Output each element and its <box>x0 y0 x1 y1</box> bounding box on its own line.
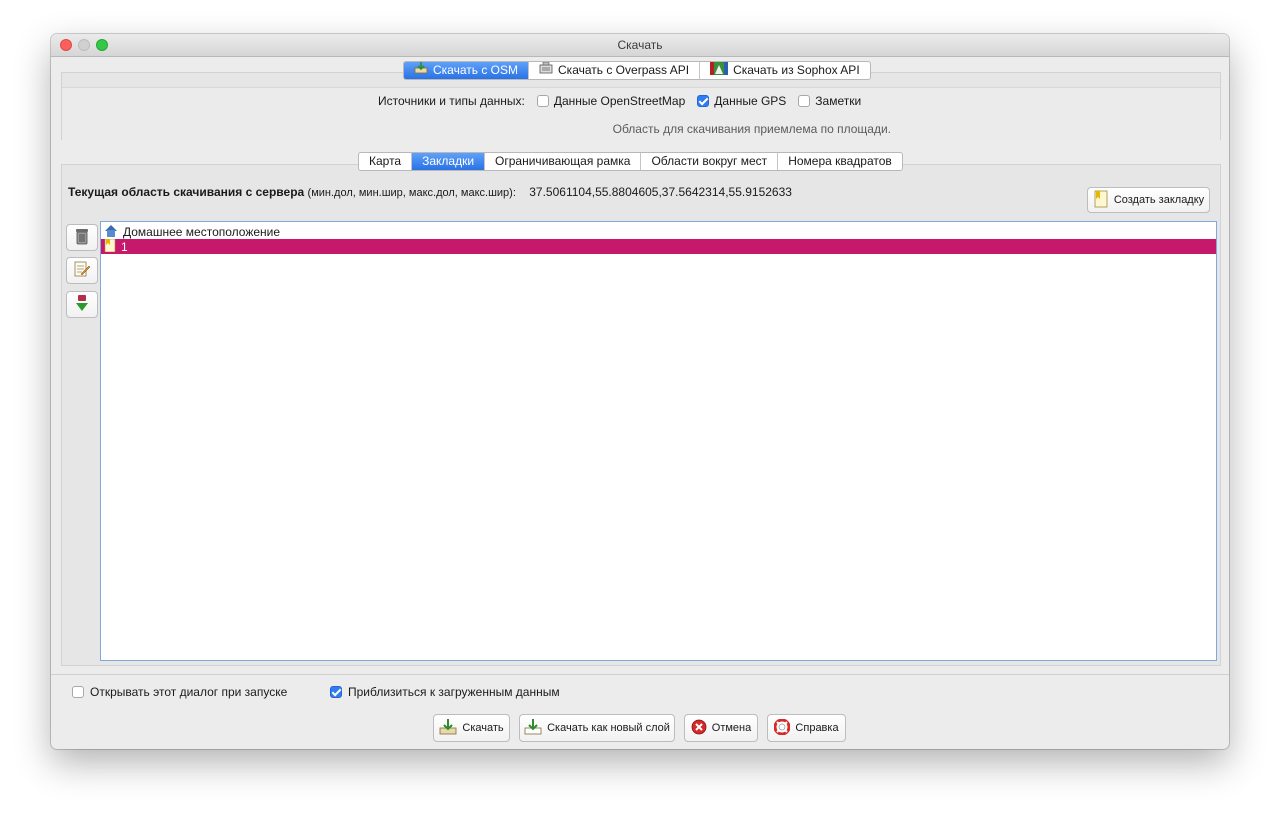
tab-label: Скачать с Overpass API <box>558 63 690 77</box>
download-arrow-icon <box>74 294 90 315</box>
osm-download-icon <box>414 62 428 79</box>
button-label: Скачать <box>462 722 504 734</box>
overpass-icon <box>539 62 553 79</box>
help-button[interactable]: Справка <box>767 714 846 742</box>
tab-areas-around-places[interactable]: Области вокруг мест <box>641 153 779 170</box>
checkbox-label: Данные OpenStreetMap <box>553 94 686 108</box>
area-status-text: Область для скачивания приемлема по площ… <box>612 122 891 136</box>
sophox-icon <box>710 62 729 79</box>
tab-download-osm[interactable]: Скачать с OSM <box>404 62 530 79</box>
checkbox-box[interactable] <box>72 686 84 698</box>
checkbox-label: Заметки <box>815 94 862 108</box>
tab-label: Скачать из Sophox API <box>733 63 860 77</box>
server-tabs: Скачать с OSM Скачать с Overpass API Ска… <box>403 61 871 80</box>
window-title: Скачать <box>617 38 663 52</box>
bookmark-icon <box>104 238 116 255</box>
title-bar: Скачать <box>51 34 1229 57</box>
button-label: Создать закладку <box>1113 194 1205 206</box>
checkbox-label: Данные GPS <box>714 94 787 108</box>
current-area-format: (мин.дол, мин.шир, макс.дол, макс.шир): <box>307 187 516 199</box>
bottom-separator <box>51 674 1229 675</box>
create-bookmark-button[interactable]: Создать закладку <box>1087 187 1210 213</box>
list-item-label: 1 <box>121 239 128 254</box>
download-new-layer-button[interactable]: Скачать как новый слой <box>519 714 675 742</box>
home-icon <box>104 224 118 240</box>
checkbox-box[interactable] <box>330 686 342 698</box>
zoom-to-data-checkbox[interactable]: Приблизиться к загруженным данным <box>330 685 560 699</box>
checkbox-box[interactable] <box>697 95 710 107</box>
download-new-layer-icon <box>524 718 542 738</box>
gps-data-checkbox[interactable]: Данные GPS <box>697 94 786 108</box>
current-area-label: Текущая область скачивания с сервера <box>68 185 305 199</box>
bookmark-list[interactable]: Домашнее местоположение 1 <box>100 221 1217 661</box>
tab-download-overpass[interactable]: Скачать с Overpass API <box>529 62 701 79</box>
list-item-label: Домашнее местоположение <box>123 224 281 239</box>
current-area-line: Текущая область скачивания с сервера (ми… <box>68 185 792 199</box>
checkbox-label: Открывать этот диалог при запуске <box>90 685 288 699</box>
tab-tile-numbers[interactable]: Номера квадратов <box>778 153 902 170</box>
notes-checkbox[interactable]: Заметки <box>798 94 861 108</box>
current-area-value: 37.5061104,55.8804605,37.5642314,55.9152… <box>529 185 792 199</box>
checkbox-label: Приблизиться к загруженным данным <box>348 685 560 699</box>
download-icon <box>439 718 457 738</box>
checkbox-box[interactable] <box>798 95 811 107</box>
cancel-icon <box>691 719 707 738</box>
osm-data-checkbox[interactable]: Данные OpenStreetMap <box>536 94 686 108</box>
edit-icon <box>73 260 91 281</box>
bookmark-add-icon <box>1093 190 1109 211</box>
download-dialog: Скачать Скачать с OSM Скачать с Overpass… <box>51 34 1229 749</box>
tab-label: Скачать с OSM <box>433 63 519 77</box>
sources-row: Источники и типы данных: Данные OpenStre… <box>378 94 861 108</box>
download-bookmarks-button[interactable] <box>66 291 98 318</box>
tab-download-sophox[interactable]: Скачать из Sophox API <box>700 62 870 79</box>
list-item[interactable]: Домашнее местоположение <box>101 224 1216 239</box>
checkbox-box[interactable] <box>536 95 549 107</box>
button-label: Отмена <box>711 722 752 734</box>
edit-bookmark-button[interactable] <box>66 257 98 284</box>
button-label: Скачать как новый слой <box>547 722 670 734</box>
area-tabs: Карта Закладки Ограничивающая рамка Обла… <box>358 152 903 171</box>
sources-label: Источники и типы данных: <box>378 94 525 108</box>
tab-map[interactable]: Карта <box>359 153 413 170</box>
button-label: Справка <box>795 722 839 734</box>
download-button[interactable]: Скачать <box>433 714 510 742</box>
help-lifebuoy-icon <box>773 718 791 738</box>
delete-bookmark-button[interactable] <box>66 224 98 251</box>
list-item-selected[interactable]: 1 <box>101 238 1216 255</box>
cancel-button[interactable]: Отмена <box>684 714 758 742</box>
trash-icon <box>74 227 90 248</box>
tab-bounding-box[interactable]: Ограничивающая рамка <box>485 153 642 170</box>
tab-bookmarks[interactable]: Закладки <box>412 153 486 170</box>
open-on-start-checkbox[interactable]: Открывать этот диалог при запуске <box>72 685 287 699</box>
